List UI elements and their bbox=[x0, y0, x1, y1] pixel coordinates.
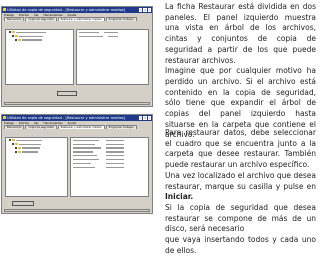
list-pane[interactable] bbox=[70, 137, 149, 197]
window-title: Utilidad de copia de seguridad - [Restau… bbox=[7, 116, 126, 120]
paragraph: Para restaurar datos, debe seleccionar e… bbox=[165, 128, 316, 170]
status-bar bbox=[4, 209, 150, 212]
folder-icon bbox=[12, 31, 16, 34]
bold-button-reference: Iniciar. bbox=[165, 192, 194, 202]
maximize-button[interactable] bbox=[143, 116, 147, 120]
tab-bienvenido[interactable]: Bienvenido bbox=[4, 125, 25, 129]
folder-icon bbox=[18, 38, 22, 42]
window-title: Utilidad de copia de seguridad - [Restau… bbox=[7, 8, 126, 12]
folder-icon bbox=[15, 34, 19, 38]
paragraph: Si la copia de seguridad que desea resta… bbox=[165, 202, 316, 234]
app-icon bbox=[3, 116, 6, 119]
tab-restaurar[interactable]: Restaurar y administrar medios bbox=[57, 125, 105, 129]
tree-pane[interactable] bbox=[5, 29, 75, 85]
tab-strip: Bienvenido Copia de seguridad Restaurar … bbox=[2, 125, 152, 129]
paragraph: Una vez localizado el archivo que desea … bbox=[165, 171, 316, 203]
folder-icon bbox=[15, 142, 19, 146]
tab-restaurar[interactable]: Restaurar y administrar medios bbox=[57, 17, 105, 21]
status-bar bbox=[4, 102, 150, 105]
paragraph: La ficha Restaurar está dividida en dos … bbox=[165, 2, 316, 65]
tree-pane[interactable] bbox=[5, 137, 69, 197]
checkbox[interactable] bbox=[12, 142, 15, 146]
checkbox[interactable] bbox=[12, 34, 15, 38]
checkbox[interactable] bbox=[15, 38, 18, 42]
restore-panes bbox=[5, 137, 149, 197]
description-bottom: Para restaurar datos, debe seleccionar e… bbox=[165, 128, 316, 256]
close-button[interactable] bbox=[147, 8, 151, 12]
app-icon bbox=[3, 8, 6, 11]
restore-start-button[interactable] bbox=[12, 201, 34, 206]
title-bar: Utilidad de copia de seguridad - [Restau… bbox=[2, 115, 152, 121]
tab-programar-trabajos[interactable]: Programar trabajos bbox=[105, 125, 137, 129]
tab-copia-de-seguridad[interactable]: Copia de seguridad bbox=[25, 17, 57, 21]
tab-copia-de-seguridad[interactable]: Copia de seguridad bbox=[25, 125, 57, 129]
folder-icon bbox=[12, 139, 16, 142]
list-pane[interactable] bbox=[76, 29, 149, 85]
checkbox[interactable] bbox=[9, 139, 12, 142]
screenshot-bottom-window: Utilidad de copia de seguridad - [Restau… bbox=[1, 114, 153, 214]
minimize-button[interactable] bbox=[138, 116, 142, 120]
minimize-button[interactable] bbox=[138, 8, 142, 12]
tab-strip: Bienvenido Copia de seguridad Restaurar … bbox=[2, 17, 152, 21]
checkbox[interactable] bbox=[15, 150, 18, 154]
close-button[interactable] bbox=[147, 116, 151, 120]
folder-icon bbox=[18, 150, 22, 154]
checkbox[interactable] bbox=[9, 31, 12, 34]
restore-start-button[interactable] bbox=[57, 91, 77, 96]
paragraph: que vaya insertando todos y cada uno de … bbox=[165, 235, 316, 255]
maximize-button[interactable] bbox=[143, 8, 147, 12]
tab-programar-trabajos[interactable]: Programar trabajos bbox=[105, 17, 137, 21]
folder-icon bbox=[18, 146, 22, 150]
restore-panes bbox=[5, 29, 149, 85]
screenshot-top-window: Utilidad de copia de seguridad - [Restau… bbox=[1, 6, 153, 107]
tab-bienvenido[interactable]: Bienvenido bbox=[4, 17, 25, 21]
title-bar: Utilidad de copia de seguridad - [Restau… bbox=[2, 7, 152, 13]
checkbox[interactable] bbox=[15, 146, 18, 150]
paragraph-text: Una vez localizado el archivo que desea … bbox=[165, 170, 316, 191]
description-top: La ficha Restaurar está dividida en dos … bbox=[165, 2, 316, 141]
